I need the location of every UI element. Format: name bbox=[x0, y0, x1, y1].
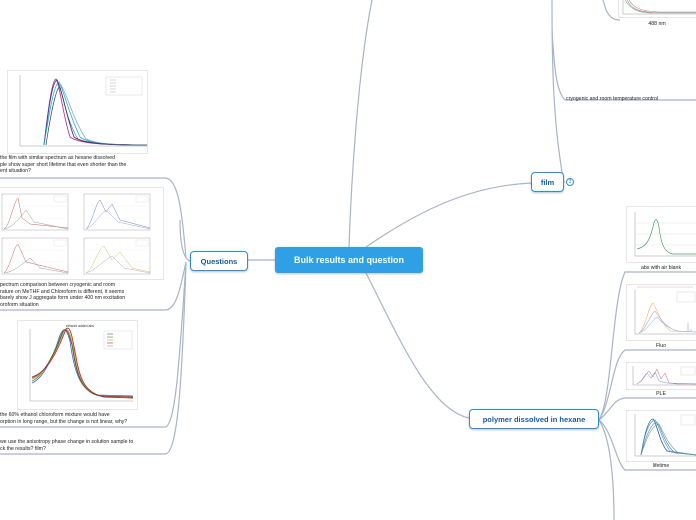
caption-fluo: Fluo bbox=[655, 343, 667, 349]
caption-488nm: 488 nm bbox=[648, 21, 666, 27]
plot-q2-grid bbox=[1, 193, 151, 275]
mind-map-canvas: Bulk results and question film 3 Questio… bbox=[0, 0, 696, 520]
thumb-q3-ethanol-abs-plot[interactable]: ethanol added abs bbox=[17, 320, 138, 410]
label-question-4[interactable]: we use the anisotropy phase change in so… bbox=[0, 439, 170, 452]
plot-q3: ethanol added abs bbox=[29, 324, 134, 402]
branch-film-label: film bbox=[540, 177, 555, 187]
label-question-1[interactable]: the film with similar spectrum as hexane… bbox=[0, 155, 170, 175]
central-topic-title: Bulk results and question bbox=[293, 255, 405, 265]
thumb-q1-lifetime-plot[interactable] bbox=[7, 70, 148, 154]
plot-q1 bbox=[19, 75, 147, 147]
plot-q3-title: ethanol added abs bbox=[66, 324, 94, 328]
thumb-abs-plot[interactable] bbox=[626, 206, 696, 263]
link-top bbox=[348, 0, 373, 248]
plot-488nm bbox=[622, 0, 696, 15]
label-question-3[interactable]: the 60% ethanol chloroform mixture would… bbox=[0, 412, 170, 425]
branch-polymer[interactable]: polymer dissolved in hexane bbox=[469, 409, 599, 429]
thumb-488nm-plot[interactable] bbox=[618, 0, 696, 18]
central-topic[interactable]: Bulk results and question bbox=[275, 247, 423, 273]
link-film bbox=[365, 182, 532, 248]
thumb-ple-plot[interactable] bbox=[626, 362, 696, 390]
plot-lifetime bbox=[634, 414, 696, 457]
link-film-488 bbox=[551, 0, 565, 184]
branch-questions-label: Questions bbox=[200, 256, 238, 266]
plot-ple bbox=[632, 366, 696, 386]
label-cryo-control[interactable]: cryogenic and room temperature control bbox=[566, 96, 696, 103]
branch-film[interactable]: film bbox=[531, 172, 564, 192]
thumb-lifetime-plot[interactable] bbox=[626, 410, 696, 462]
thumb-q2-spectra-grid[interactable] bbox=[0, 187, 164, 280]
thumb-fluo-plot[interactable] bbox=[626, 284, 696, 341]
caption-ple: PLE bbox=[656, 391, 666, 397]
collapsed-count-badge[interactable]: 3 bbox=[566, 178, 574, 186]
label-question-2[interactable]: pectrum comparison between cryogenic and… bbox=[0, 282, 170, 308]
caption-abs: abs with air blank bbox=[640, 265, 682, 271]
link-poly-bottom bbox=[598, 419, 615, 520]
link-film-cryo bbox=[551, 29, 696, 101]
link-polymer bbox=[365, 272, 470, 419]
caption-lifetime: lifetime bbox=[652, 463, 670, 469]
plot-abs bbox=[634, 212, 696, 257]
plot-fluo bbox=[634, 286, 696, 335]
branch-questions[interactable]: Questions bbox=[190, 251, 248, 271]
branch-polymer-label: polymer dissolved in hexane bbox=[482, 414, 586, 424]
